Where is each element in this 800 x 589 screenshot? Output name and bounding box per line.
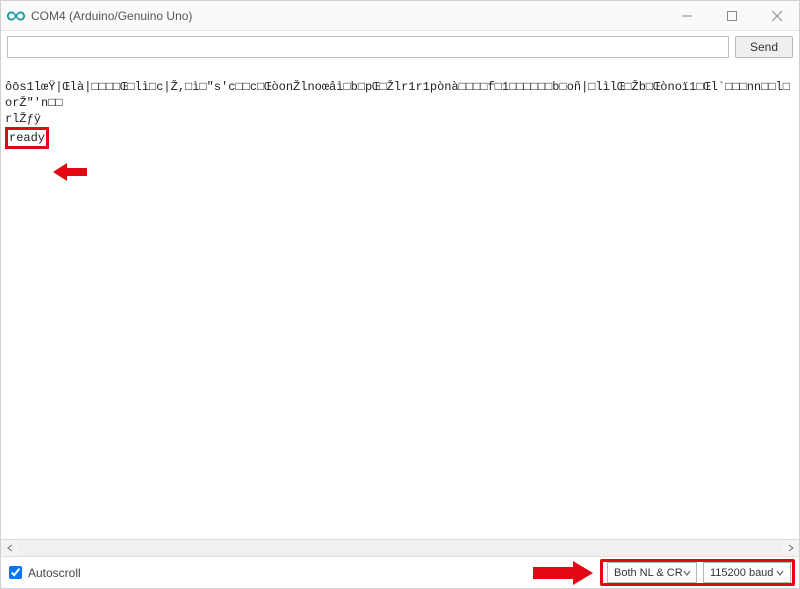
chevron-left-icon: [6, 544, 14, 552]
line-ending-dropdown[interactable]: Both NL & CR: [607, 562, 697, 583]
autoscroll-checkbox-wrap[interactable]: Autoscroll: [9, 566, 81, 580]
minimize-icon: [682, 11, 692, 21]
autoscroll-checkbox[interactable]: [9, 566, 22, 579]
chevron-down-icon: [773, 563, 786, 582]
horizontal-scrollbar[interactable]: [1, 539, 799, 556]
annotation-arrow-icon: [533, 559, 593, 587]
scroll-track[interactable]: [18, 540, 782, 557]
serial-output[interactable]: ôōs1lœŸ|Œlà|□□□□Œ□lì□c|Ž,□ì□"s'c□□c□Œòon…: [1, 63, 799, 539]
scroll-right-button[interactable]: [782, 540, 799, 557]
output-line: rlŽƒÿ: [5, 112, 41, 126]
bottom-bar: Autoscroll Both NL & CR 115200 baud: [1, 556, 799, 588]
serial-input[interactable]: [7, 36, 729, 58]
autoscroll-label: Autoscroll: [28, 566, 81, 580]
close-icon: [772, 11, 782, 21]
window-title: COM4 (Arduino/Genuino Uno): [31, 9, 192, 23]
line-ending-value: Both NL & CR: [614, 567, 683, 579]
baud-rate-dropdown[interactable]: 115200 baud: [703, 562, 791, 583]
output-line: ôōs1lœŸ|Œlà|□□□□Œ□lì□c|Ž,□ì□"s'c□□c□Œòon…: [5, 80, 790, 110]
arduino-app-icon: [7, 7, 25, 25]
chevron-down-icon: [683, 563, 692, 582]
scroll-left-button[interactable]: [1, 540, 18, 557]
send-row: Send: [1, 31, 799, 63]
send-button[interactable]: Send: [735, 36, 793, 58]
titlebar: COM4 (Arduino/Genuino Uno): [1, 1, 799, 31]
maximize-icon: [727, 11, 737, 21]
minimize-button[interactable]: [664, 1, 709, 31]
serial-monitor-window: COM4 (Arduino/Genuino Uno) Send ôōs1lœŸ|…: [0, 0, 800, 589]
annotation-arrow-icon: [53, 161, 87, 183]
baud-rate-value: 115200 baud: [710, 567, 773, 579]
window-buttons: [664, 1, 799, 31]
output-ready-highlight: ready: [5, 127, 49, 149]
maximize-button[interactable]: [709, 1, 754, 31]
output-wrap: ôōs1lœŸ|Œlà|□□□□Œ□lì□c|Ž,□ì□"s'c□□c□Œòon…: [1, 63, 799, 556]
chevron-right-icon: [787, 544, 795, 552]
close-button[interactable]: [754, 1, 799, 31]
